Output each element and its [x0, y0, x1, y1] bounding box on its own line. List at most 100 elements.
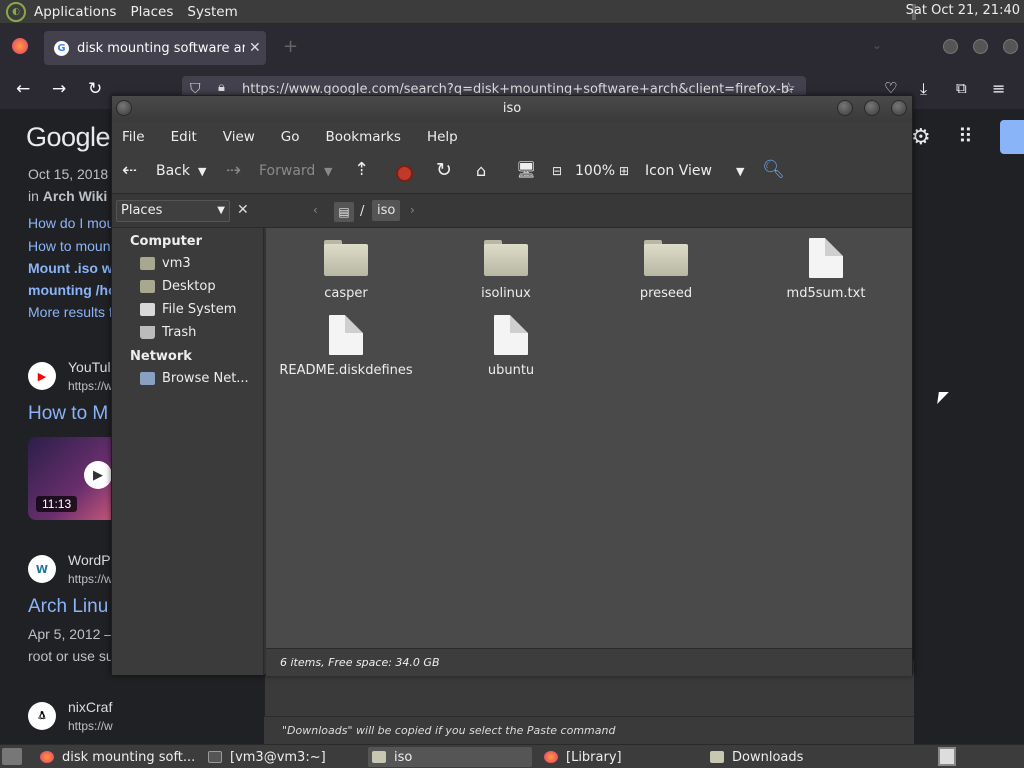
zoom-in-icon[interactable]: ⊞ [619, 164, 629, 178]
folder-item[interactable]: casper [276, 240, 416, 301]
system-menu[interactable]: System [187, 4, 237, 20]
icon-view[interactable]: casper isolinux preseed md5sum.txt READM… [266, 228, 912, 648]
taskbar-item-library[interactable]: [Library] [540, 747, 622, 767]
file-item[interactable]: md5sum.txt [756, 238, 896, 301]
path-root[interactable]: / [360, 204, 364, 219]
result-source: Arch Wiki [42, 188, 108, 204]
path-scroll-left-icon[interactable]: ‹ [313, 203, 318, 217]
desktop-folder-icon [140, 280, 155, 293]
zoom-level[interactable]: 100% [575, 163, 615, 179]
folder-icon [644, 240, 688, 276]
related-link[interactable]: How to moun [28, 238, 110, 254]
path-scroll-right-icon[interactable]: › [410, 203, 415, 217]
forward-button[interactable]: Forward [259, 163, 315, 179]
taskbar-item-iso[interactable]: iso [368, 747, 532, 767]
places-menu[interactable]: Places [130, 4, 173, 20]
reload-icon[interactable]: ↻ [88, 79, 102, 99]
home-folder-icon[interactable]: ⌂ [476, 161, 486, 180]
menu-view[interactable]: View [223, 129, 255, 145]
result-title-link[interactable]: How to M [28, 403, 108, 425]
result-site-name: YouTul [68, 359, 111, 375]
extensions-icon[interactable]: ⧉ [956, 79, 967, 97]
sidebar-selector[interactable]: Places ▼ [116, 200, 230, 222]
lock-icon[interactable]: 🔒︎ [218, 80, 225, 95]
menu-help[interactable]: Help [427, 129, 458, 145]
drive-icon[interactable]: ▤ [334, 202, 354, 222]
related-link[interactable]: How do I mou [28, 215, 114, 231]
window-menu-button[interactable] [116, 100, 132, 116]
tab-list-icon[interactable]: ⌄ [872, 38, 882, 52]
more-results-link[interactable]: More results f [28, 304, 113, 320]
sidebar-item-desktop[interactable]: Desktop [140, 279, 216, 294]
up-arrow-icon[interactable]: ⇡ [354, 159, 369, 180]
sign-in-button[interactable] [1000, 120, 1024, 154]
forward-arrow-icon[interactable]: → [52, 79, 66, 99]
back-icon[interactable]: ⇠ [122, 160, 137, 181]
back-button[interactable]: Back [156, 163, 190, 179]
stop-icon[interactable] [396, 165, 413, 182]
reload-icon[interactable]: ↻ [436, 159, 452, 181]
menu-bookmarks[interactable]: Bookmarks [326, 129, 401, 145]
view-mode-selector[interactable]: Icon View [645, 163, 712, 179]
settings-gear-icon[interactable]: ⚙ [911, 125, 931, 150]
bottom-panel: disk mounting soft... [vm3@vm3:~] iso [L… [0, 744, 1024, 768]
applications-menu[interactable]: Applications [34, 4, 116, 20]
workspace-switcher[interactable] [938, 747, 956, 766]
sidebar-item-label: vm3 [162, 256, 191, 271]
result-title-link[interactable]: Arch Linu [28, 596, 108, 618]
sidebar-item-vm3[interactable]: vm3 [140, 256, 191, 271]
maximize-browser-button[interactable] [973, 39, 988, 54]
related-link[interactable]: mounting /ho [28, 282, 117, 298]
file-item[interactable]: README.diskdefines [276, 315, 416, 378]
browser-tab[interactable]: G disk mounting software arch ✕ [44, 31, 266, 65]
google-logo[interactable]: Google [26, 122, 111, 153]
download-icon[interactable]: ⤓ [920, 79, 927, 99]
play-icon[interactable]: ▶ [84, 461, 112, 489]
maximize-button[interactable] [864, 100, 880, 116]
forward-history-dropdown-icon[interactable]: ▼ [324, 165, 332, 178]
taskbar-item-firefox[interactable]: disk mounting soft... [36, 747, 195, 767]
menu-edit[interactable]: Edit [171, 129, 197, 145]
sidebar-item-browse-network[interactable]: Browse Net... [140, 371, 249, 386]
close-button[interactable] [891, 100, 907, 116]
hamburger-menu-icon[interactable]: ≡ [992, 79, 1005, 98]
computer-icon[interactable]: 🖥︎ [516, 160, 536, 179]
close-browser-button[interactable] [1003, 39, 1018, 54]
window-title[interactable]: iso [112, 96, 912, 122]
file-item[interactable]: ubuntu [441, 315, 581, 378]
forward-icon[interactable]: ⇢ [226, 160, 241, 181]
menu-file[interactable]: File [122, 129, 145, 145]
firefox-menu-icon[interactable] [12, 38, 28, 54]
folder-item[interactable]: isolinux [436, 240, 576, 301]
new-tab-icon[interactable]: + [283, 36, 298, 57]
back-arrow-icon[interactable]: ← [16, 79, 30, 99]
sidebar-item-file-system[interactable]: File System [140, 302, 236, 317]
related-link[interactable]: Mount .iso w [28, 260, 113, 276]
path-current[interactable]: iso [372, 200, 401, 221]
close-tab-icon[interactable]: ✕ [249, 40, 261, 56]
menu-bar: File Edit View Go Bookmarks Help [112, 122, 912, 152]
video-thumbnail[interactable]: ▶ 11:13 [28, 437, 118, 520]
back-history-dropdown-icon[interactable]: ▼ [198, 165, 206, 178]
drive-icon [140, 303, 155, 316]
result-date: Oct 15, 2018 [28, 166, 109, 182]
taskbar-item-downloads[interactable]: Downloads [706, 747, 803, 767]
wordpress-favicon-icon: W [28, 555, 56, 583]
view-mode-dropdown-icon[interactable]: ▼ [736, 165, 744, 178]
sidebar-item-trash[interactable]: Trash [140, 325, 196, 340]
close-sidebar-icon[interactable]: ✕ [237, 202, 249, 218]
apps-grid-icon[interactable]: ⠿ [958, 124, 973, 148]
item-label: README.diskdefines [279, 363, 413, 378]
show-desktop-icon[interactable] [2, 748, 22, 765]
search-icon[interactable]: 🔍︎ [762, 159, 785, 180]
taskbar-item-terminal[interactable]: [vm3@vm3:~] [204, 747, 326, 767]
minimize-browser-button[interactable] [943, 39, 958, 54]
menu-go[interactable]: Go [281, 129, 300, 145]
minimize-button[interactable] [837, 100, 853, 116]
file-icon [494, 315, 528, 355]
folder-item[interactable]: preseed [596, 240, 736, 301]
zoom-out-icon[interactable]: ⊟ [552, 164, 562, 178]
distro-logo-icon[interactable]: ◐ [6, 1, 26, 22]
clock[interactable]: Sat Oct 21, 21:40 [906, 3, 1020, 18]
mouse-cursor [937, 392, 949, 404]
